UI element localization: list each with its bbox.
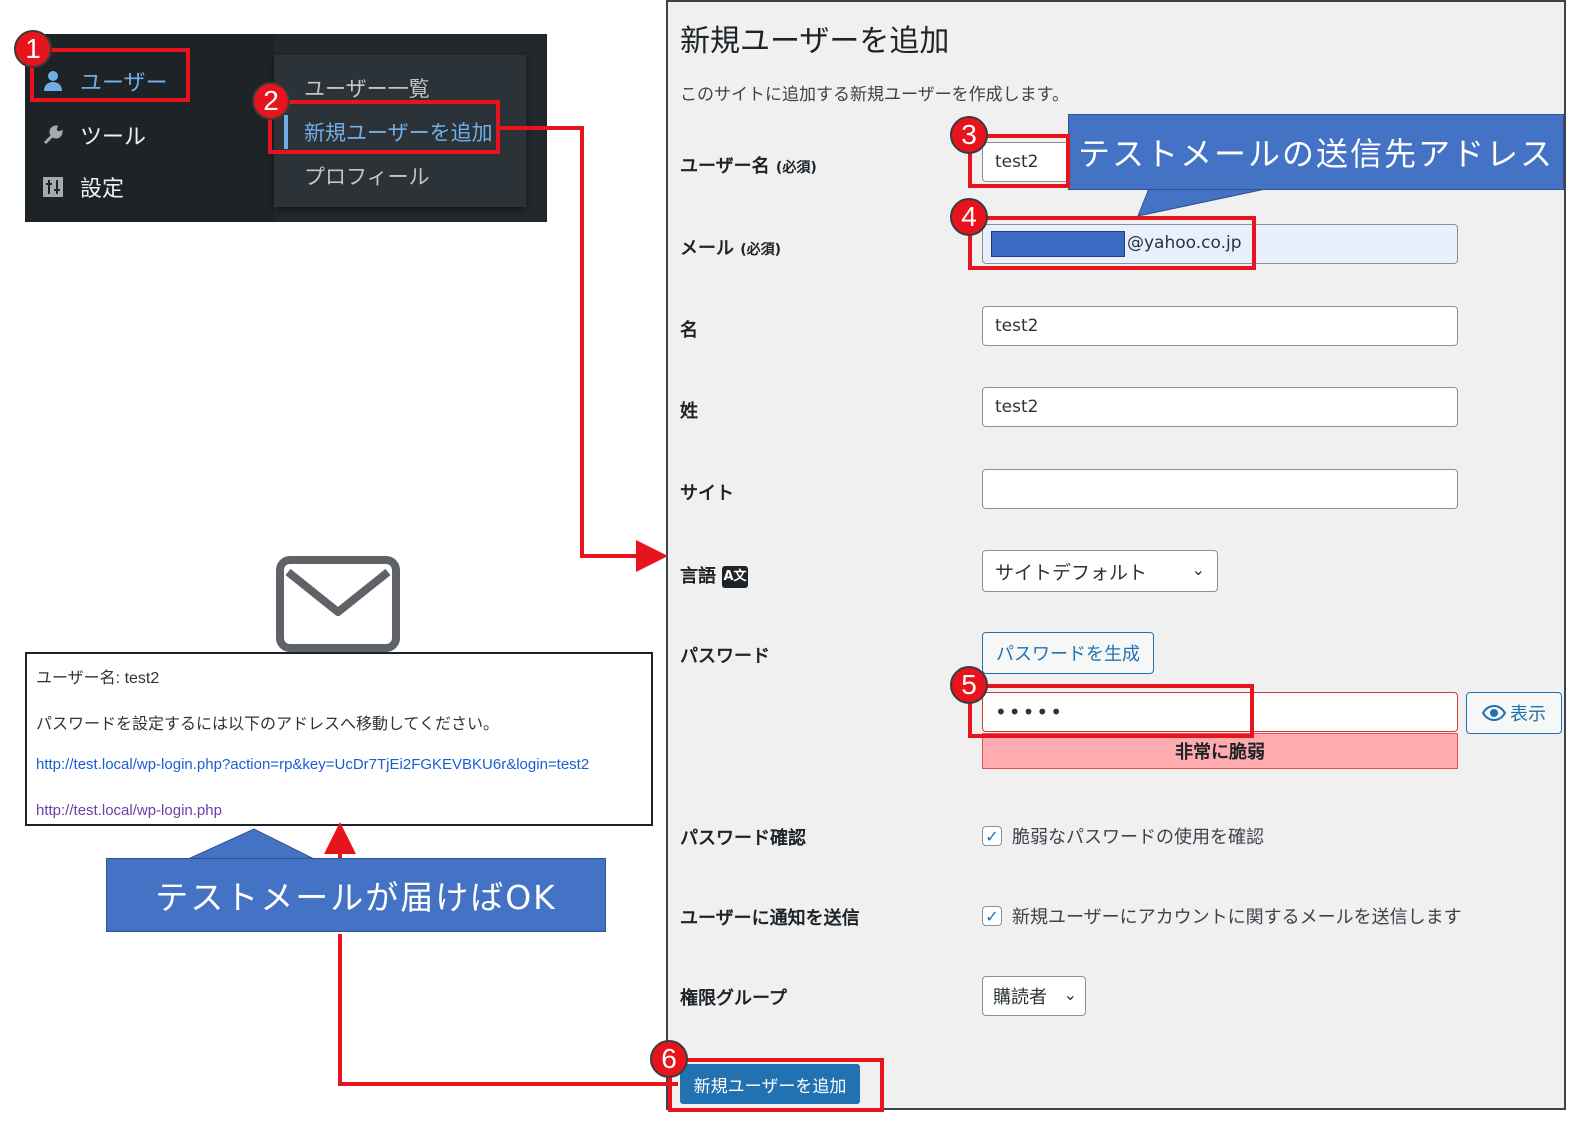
first-name-label: 名 [680, 320, 698, 341]
website-label: サイト [680, 483, 734, 504]
password-strength-meter: 非常に脆弱 [982, 733, 1458, 769]
translation-icon: A文 [722, 566, 748, 588]
highlight-email [968, 216, 1256, 270]
language-select[interactable]: サイトデフォルト ⌄ [982, 550, 1218, 592]
step-badge-1: 1 [14, 30, 52, 68]
step-badge-6: 6 [650, 1040, 688, 1078]
submenu-item-all-users[interactable]: ユーザー一覧 [304, 73, 430, 103]
show-password-button[interactable]: 表示 [1466, 692, 1562, 734]
callout-mail-ok: テストメールが届けばOK [106, 858, 606, 932]
weak-password-checkbox[interactable]: ✓ [982, 826, 1002, 846]
email-username-line: ユーザー名: test2 [36, 670, 160, 687]
password-reset-link[interactable]: http://test.local/wp-login.php?action=rp… [36, 756, 589, 773]
last-name-field[interactable]: test2 [982, 387, 1458, 427]
last-name-label: 姓 [680, 401, 698, 422]
menu-item-settings[interactable]: 設定 [40, 167, 124, 207]
callout-pointer-bottom [188, 828, 315, 860]
menu-item-label: 設定 [80, 177, 125, 202]
first-name-field[interactable]: test2 [982, 306, 1458, 346]
highlight-users-menu [30, 48, 190, 102]
send-notification-label: ユーザーに通知を送信 [680, 908, 860, 929]
weak-password-checkbox-label: 脆弱なパスワードの使用を確認 [1012, 827, 1264, 848]
generate-password-button[interactable]: パスワードを生成 [982, 632, 1154, 674]
send-notification-checkbox[interactable]: ✓ [982, 906, 1002, 926]
submenu-item-profile[interactable]: プロフィール [304, 161, 430, 191]
page-title: 新規ユーザーを追加 [680, 24, 950, 59]
username-label: ユーザー名 (必須) [680, 156, 817, 177]
password-label: パスワード [680, 646, 770, 667]
chevron-down-icon: ⌄ [1063, 985, 1077, 1004]
language-label: 言語 A文 [680, 566, 748, 588]
eye-icon [1482, 705, 1506, 721]
wrench-icon [40, 122, 66, 148]
sliders-icon [40, 174, 66, 200]
callout-pointer-top [1137, 186, 1281, 217]
chevron-down-icon: ⌄ [1191, 560, 1205, 579]
send-notification-checkbox-label: 新規ユーザーにアカウントに関するメールを送信します [1012, 907, 1462, 928]
highlight-submit [668, 1058, 884, 1112]
menu-item-tools[interactable]: ツール [40, 115, 146, 155]
email-label: メール (必須) [680, 238, 782, 259]
page-description: このサイトに追加する新規ユーザーを作成します。 [680, 85, 1069, 105]
website-field[interactable] [982, 469, 1458, 509]
password-confirm-label: パスワード確認 [680, 828, 806, 849]
role-select[interactable]: 購読者 ⌄ [982, 976, 1086, 1016]
email-instruction: パスワードを設定するには以下のアドレスへ移動してください。 [36, 716, 500, 733]
login-link[interactable]: http://test.local/wp-login.php [36, 802, 222, 819]
step-badge-3: 3 [950, 116, 988, 154]
highlight-password [968, 684, 1254, 738]
menu-item-label: ツール [80, 125, 147, 150]
mail-icon [276, 556, 400, 652]
highlight-add-new-submenu [268, 100, 500, 154]
step-badge-4: 4 [950, 198, 988, 236]
email-message: ユーザー名: test2 パスワードを設定するには以下のアドレスへ移動してくださ… [25, 652, 653, 826]
role-label: 権限グループ [680, 988, 787, 1009]
arrow-submit-to-mail [338, 934, 678, 1086]
step-badge-5: 5 [950, 666, 988, 704]
step-badge-2: 2 [252, 82, 290, 120]
callout-email-target: テストメールの送信先アドレス [1068, 114, 1564, 190]
